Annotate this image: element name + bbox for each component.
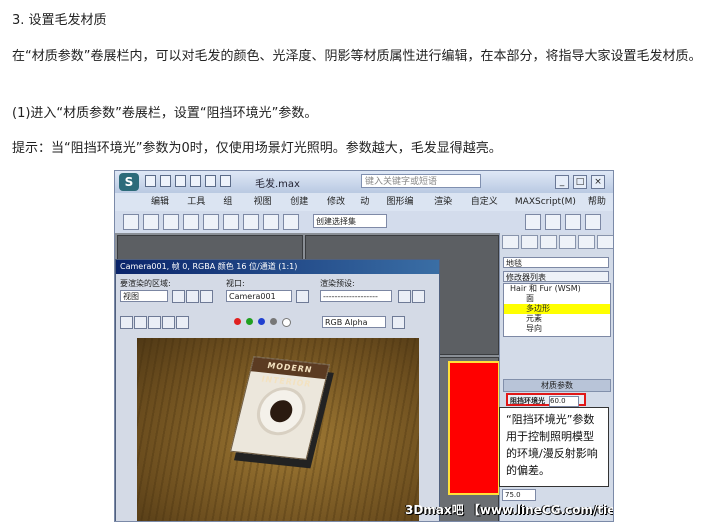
max-screenshot-figure: S 毛发.max 键入关键字或短语 _ □ × 编辑(E) 工具(T) 组(G) 视图… <box>114 170 614 522</box>
red-channel-icon <box>234 318 241 325</box>
render-window-title: Camera001, 帧 0, RGBA 颜色 16 位/通道 (1:1) <box>116 260 439 274</box>
menu-item: 自定义(U) <box>470 197 498 225</box>
object-name-field: 地毯 <box>503 257 609 268</box>
percent-snap-icon <box>283 214 299 230</box>
channel-dropdown: RGB Alpha <box>322 316 386 328</box>
viewport-dropdown: Camera001 <box>226 290 292 302</box>
edit-region-icon <box>172 290 185 303</box>
menu-item: 修改器 <box>326 197 345 225</box>
file-title: 毛发.max <box>255 179 300 190</box>
render-setup-icon <box>545 214 561 230</box>
max-menu-bar: 编辑(E) 工具(T) 组(G) 视图(V) 创建(C) 修改器动画图形编辑器 渲染(R) 自… <box>115 193 613 225</box>
intro-paragraph: 在“材质参数”卷展栏内，可以对毛发的颜色、光泽度、阴影等材质属性进行编辑，在本部… <box>12 49 702 64</box>
modifier-stack-item: Hair 和 Fur (WSM) <box>510 284 581 293</box>
preset-dropdown: ------------------- <box>320 290 392 302</box>
bottom-spinner: 75.0 <box>502 489 536 501</box>
book-model: MODERN INTERIOR <box>230 356 330 460</box>
area-label: 要渲染的区域: <box>120 279 171 288</box>
print-icon <box>162 316 175 329</box>
section-heading: 3. 设置毛发材质 <box>12 13 107 28</box>
quick-access-toolbar <box>145 175 231 189</box>
selection-set-dropdown: 创建选择集 <box>313 214 387 228</box>
copy-image-icon <box>134 316 147 329</box>
maximize-icon: □ <box>573 175 587 189</box>
modifier-list-dropdown: 修改器列表 <box>503 271 609 282</box>
ambient-occlusion-param: 阻挡环境光 60.0 <box>506 393 586 407</box>
red-viewport-object <box>448 361 500 495</box>
toggle-ui-icon <box>392 316 405 329</box>
menu-item: 视图(V) <box>253 197 272 225</box>
max-logo-icon: S <box>119 173 139 191</box>
environment-icon <box>412 290 425 303</box>
save-image-icon <box>120 316 133 329</box>
menu-item: 编辑(E) <box>151 197 170 225</box>
menu-item: MAXScript(M) <box>514 197 576 207</box>
book-cover-title: MODERN INTERIOR <box>250 357 329 389</box>
render-frame-window: Camera001, 帧 0, RGBA 颜色 16 位/通道 (1:1) 要渲… <box>115 259 440 521</box>
rotate-icon <box>203 214 219 230</box>
preset-label: 渲染预设: <box>320 279 355 288</box>
render-frame-icon <box>565 214 581 230</box>
menu-item: 创建(C) <box>290 197 309 225</box>
green-channel-icon <box>246 318 253 325</box>
alpha-channel-icon <box>270 318 277 325</box>
viewport-lock-icon <box>296 290 309 303</box>
render-setup-icon-small <box>398 290 411 303</box>
angle-snap-icon <box>263 214 279 230</box>
watermark: 3Dmax吧 【www.lineCG.com/tieba/1771】 <box>405 503 613 517</box>
modifier-stack-item: 导向 <box>526 324 542 333</box>
menu-item: 工具(T) <box>187 197 206 225</box>
mono-channel-icon <box>282 318 291 327</box>
help-search-input: 键入关键字或短语 <box>361 174 481 188</box>
modifier-stack-item: 多边形 <box>504 304 610 314</box>
material-params-rollout: 材质参数 <box>503 379 611 392</box>
rendered-image: MODERN INTERIOR <box>137 338 419 521</box>
menu-item: 渲染(R) <box>434 197 453 225</box>
snap-icon <box>243 214 259 230</box>
max-title-bar: S 毛发.max 键入关键字或短语 _ □ × <box>115 171 613 194</box>
callout-box: “阻挡环境光”参数用于控制照明模型的环境/漫反射影响的偏差。 <box>499 407 609 487</box>
menu-item: 组(G) <box>223 197 237 225</box>
clear-icon <box>176 316 189 329</box>
param-label: 阻挡环境光 <box>510 397 545 405</box>
modifier-stack-item: 元素 <box>526 314 542 323</box>
move-icon <box>183 214 199 230</box>
tip-paragraph: 提示：当“阻挡环境光”参数为0时，仅使用场景灯光照明。参数越大，毛发显得越亮。 <box>12 141 502 156</box>
menu-item: 动画 <box>360 197 370 225</box>
menu-item: 图形编辑器 <box>386 197 414 225</box>
menu-item: 帮助(H) <box>587 197 606 225</box>
area-dropdown: 视图 <box>120 290 168 302</box>
select-link-icon <box>143 214 159 230</box>
minimize-icon: _ <box>555 175 569 189</box>
undo-icon <box>123 214 139 230</box>
main-toolbar: 创建选择集 <box>115 211 613 234</box>
close-icon: × <box>591 175 605 189</box>
step-paragraph: (1)进入“材质参数”卷展栏，设置“阻挡环境光”参数。 <box>12 106 318 121</box>
select-object-icon <box>163 214 179 230</box>
render-icon <box>585 214 601 230</box>
material-editor-icon <box>525 214 541 230</box>
region-lock-icon <box>200 290 213 303</box>
blue-channel-icon <box>258 318 265 325</box>
viewport-label: 视口: <box>226 279 245 288</box>
clone-window-icon <box>148 316 161 329</box>
auto-region-icon <box>186 290 199 303</box>
modifier-stack: Hair 和 Fur (WSM) 面多边形 元素 导向 <box>503 283 611 337</box>
coffee-cup-image <box>251 384 311 438</box>
scale-icon <box>223 214 239 230</box>
modifier-stack-item: 面 <box>526 294 534 303</box>
param-value: 60.0 <box>549 396 579 407</box>
command-panel-tabs <box>500 233 613 253</box>
